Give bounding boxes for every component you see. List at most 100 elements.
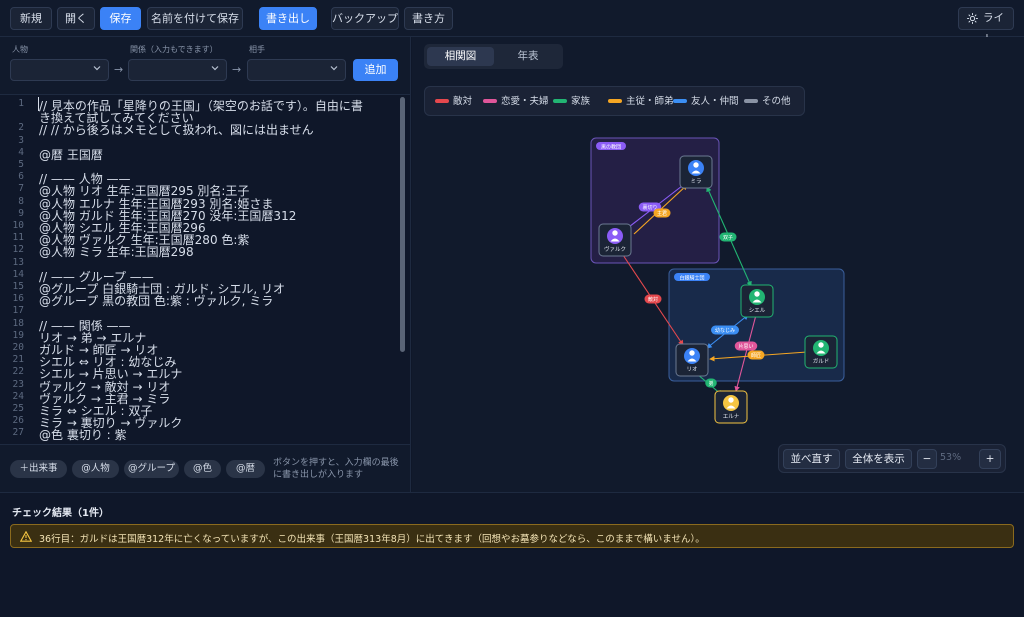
- open-button[interactable]: 開く: [57, 7, 95, 30]
- code-line[interactable]: @グループ 黒の教団 色:紫 : ヴァルク, ミラ: [39, 292, 273, 309]
- legend-label: 友人・仲間: [691, 96, 739, 107]
- legend-item: 敵対: [435, 96, 472, 108]
- line-number: 18: [12, 317, 24, 329]
- snippet-hint: ボタンを押すと、入力欄の最後に書き出しが入ります: [273, 458, 399, 480]
- new-button[interactable]: 新規: [10, 7, 52, 30]
- editor-pane: 人物 関係（入力もできます） 相手 → → 追加 1 2 3 4 5 6 7 8 9 10 11 12…: [0, 37, 411, 492]
- line-number: 23: [12, 378, 24, 390]
- person-icon: [728, 397, 734, 403]
- edge-label: 弟: [708, 380, 713, 387]
- arrow-1: →: [114, 63, 124, 76]
- line-number: 27: [12, 427, 24, 439]
- diagram-pane: 相関図 年表 敵対 恋愛・夫婦 家族 主従・師弟 友人・仲間 その他 黒の教団 白銀騎士団裏…: [412, 37, 1024, 492]
- chevron-down-icon: [330, 66, 338, 71]
- code-line[interactable]: @人物 ミラ 生年:王国暦298: [39, 243, 194, 260]
- legend: 敵対 恋愛・夫婦 家族 主従・師弟 友人・仲間 その他: [424, 86, 805, 116]
- chevron-down-icon: [211, 66, 219, 71]
- relayout-button[interactable]: 並べ直す: [783, 449, 840, 469]
- line-number: 25: [12, 403, 24, 414]
- line-number: 5: [18, 159, 24, 170]
- fit-all-button[interactable]: 全体を表示: [845, 449, 912, 469]
- code-line[interactable]: // // から後ろはメモとして扱われ、図には出ません: [39, 121, 314, 138]
- legend-item: その他: [744, 96, 791, 108]
- person-select[interactable]: [10, 59, 109, 81]
- tab-timeline[interactable]: 年表: [496, 47, 560, 66]
- warning-text: 36行目：ガルドは王国暦312年に亡くなっていますが、この出来事（王国暦313年…: [39, 534, 705, 545]
- legend-swatch: [553, 98, 567, 103]
- snippet-bar: ＋出来事 @人物 @グループ @色 @暦 ボタンを押すと、入力欄の最後に書き出し…: [0, 444, 410, 492]
- person-name: ヴァルク: [604, 245, 626, 253]
- arrow-2: →: [232, 63, 242, 76]
- line-number: 10: [12, 220, 24, 231]
- zoom-out-button[interactable]: −: [917, 449, 937, 469]
- insert-color-button[interactable]: @色: [184, 460, 221, 478]
- line-number: 20: [12, 342, 24, 353]
- add-relation-button[interactable]: 追加: [353, 59, 398, 81]
- edge-label: 敵対: [648, 296, 658, 303]
- edge-label: 双子: [723, 234, 733, 241]
- line-number: 4: [18, 146, 24, 158]
- relationship-diagram[interactable]: 黒の教団白銀騎士団裏切り主君双子敵対幼なじみ片思い師匠弟ミラヴァルクシエルリオガ…: [412, 127, 1024, 432]
- line-number: 19: [12, 329, 24, 341]
- sun-icon: [967, 13, 978, 24]
- toolbar: 新規 開く 保存 名前を付けて保存 書き出し バックアップ 書き方 ライト: [0, 0, 1024, 45]
- insert-person-button[interactable]: @人物: [72, 460, 119, 478]
- code-editor[interactable]: 1 2 3 4 5 6 7 8 9 10 11 12 13 14 15 16 17 18 19 20 21 22 23 24 2…: [0, 94, 410, 444]
- line-number: 21: [12, 354, 24, 366]
- chevron-down-icon: [93, 66, 101, 71]
- line-number: 26: [12, 415, 24, 427]
- relation-select[interactable]: [128, 59, 227, 81]
- edge-label: 片思い: [738, 343, 753, 350]
- line-number: 6: [18, 171, 24, 183]
- edge-label: 幼なじみ: [715, 327, 735, 334]
- zoom-percent: 53%: [940, 452, 962, 463]
- insert-group-button[interactable]: @グループ: [124, 460, 179, 478]
- legend-swatch: [435, 98, 449, 103]
- person-name: ミラ: [690, 178, 701, 185]
- code-line[interactable]: @色 裏切り : 紫: [39, 426, 127, 443]
- edge-label: 主君: [657, 210, 667, 217]
- line-number: 13: [12, 256, 24, 268]
- edge-label: 師匠: [751, 352, 761, 359]
- relation-label: 関係（入力もできます）: [130, 45, 218, 54]
- legend-label: 敵対: [453, 96, 473, 107]
- group-label: 黒の教団: [601, 144, 621, 151]
- zoom-controls: 並べ直す 全体を表示 − 53% +: [778, 444, 1006, 473]
- text-cursor: [38, 97, 39, 111]
- legend-item: 主従・師弟: [608, 96, 674, 108]
- legend-label: 恋愛・夫婦: [501, 96, 549, 107]
- legend-item: 家族: [553, 96, 590, 108]
- line-number: 16: [12, 293, 24, 305]
- view-tabs: 相関図 年表: [424, 44, 563, 69]
- warning-icon: [20, 531, 32, 542]
- person-icon: [689, 350, 695, 356]
- person-icon: [754, 291, 760, 297]
- export-button[interactable]: 書き出し: [259, 7, 317, 30]
- line-number: 12: [12, 244, 24, 256]
- save-as-button[interactable]: 名前を付けて保存: [147, 7, 243, 30]
- code-line[interactable]: @暦 王国暦: [39, 146, 103, 163]
- line-number: 24: [12, 390, 24, 402]
- theme-toggle-button[interactable]: ライト: [958, 7, 1014, 45]
- line-numbers: 1 2 3 4 5 6 7 8 9 10 11 12 13 14 15 16 17 18 19 20 21 22 23 24 2…: [0, 95, 30, 444]
- warning-item: 36行目：ガルドは王国暦312年に亡くなっていますが、この出来事（王国暦313年…: [10, 524, 1014, 548]
- group-label: 白銀騎士団: [679, 275, 704, 282]
- insert-event-button[interactable]: ＋出来事: [10, 460, 67, 478]
- editor-scrollbar[interactable]: [400, 97, 405, 352]
- zoom-in-button[interactable]: +: [979, 449, 1001, 469]
- line-number: 1: [18, 98, 24, 109]
- save-button[interactable]: 保存: [100, 7, 141, 30]
- line-number: 9: [18, 207, 24, 219]
- backup-button[interactable]: バックアップ: [331, 7, 399, 30]
- insert-calendar-button[interactable]: @暦: [226, 460, 265, 478]
- legend-swatch: [673, 98, 687, 103]
- syntax-help-button[interactable]: 書き方: [404, 7, 453, 30]
- tab-diagram[interactable]: 相関図: [427, 47, 494, 66]
- partner-select[interactable]: [247, 59, 346, 81]
- line-number: 8: [18, 195, 24, 207]
- person-name: リオ: [686, 366, 697, 373]
- line-number: 3: [18, 134, 24, 146]
- check-results: チェック結果（1件） 36行目：ガルドは王国暦312年に亡くなっていますが、この…: [0, 492, 1024, 617]
- legend-item: 友人・仲間: [673, 96, 739, 108]
- legend-item: 恋愛・夫婦: [483, 96, 549, 108]
